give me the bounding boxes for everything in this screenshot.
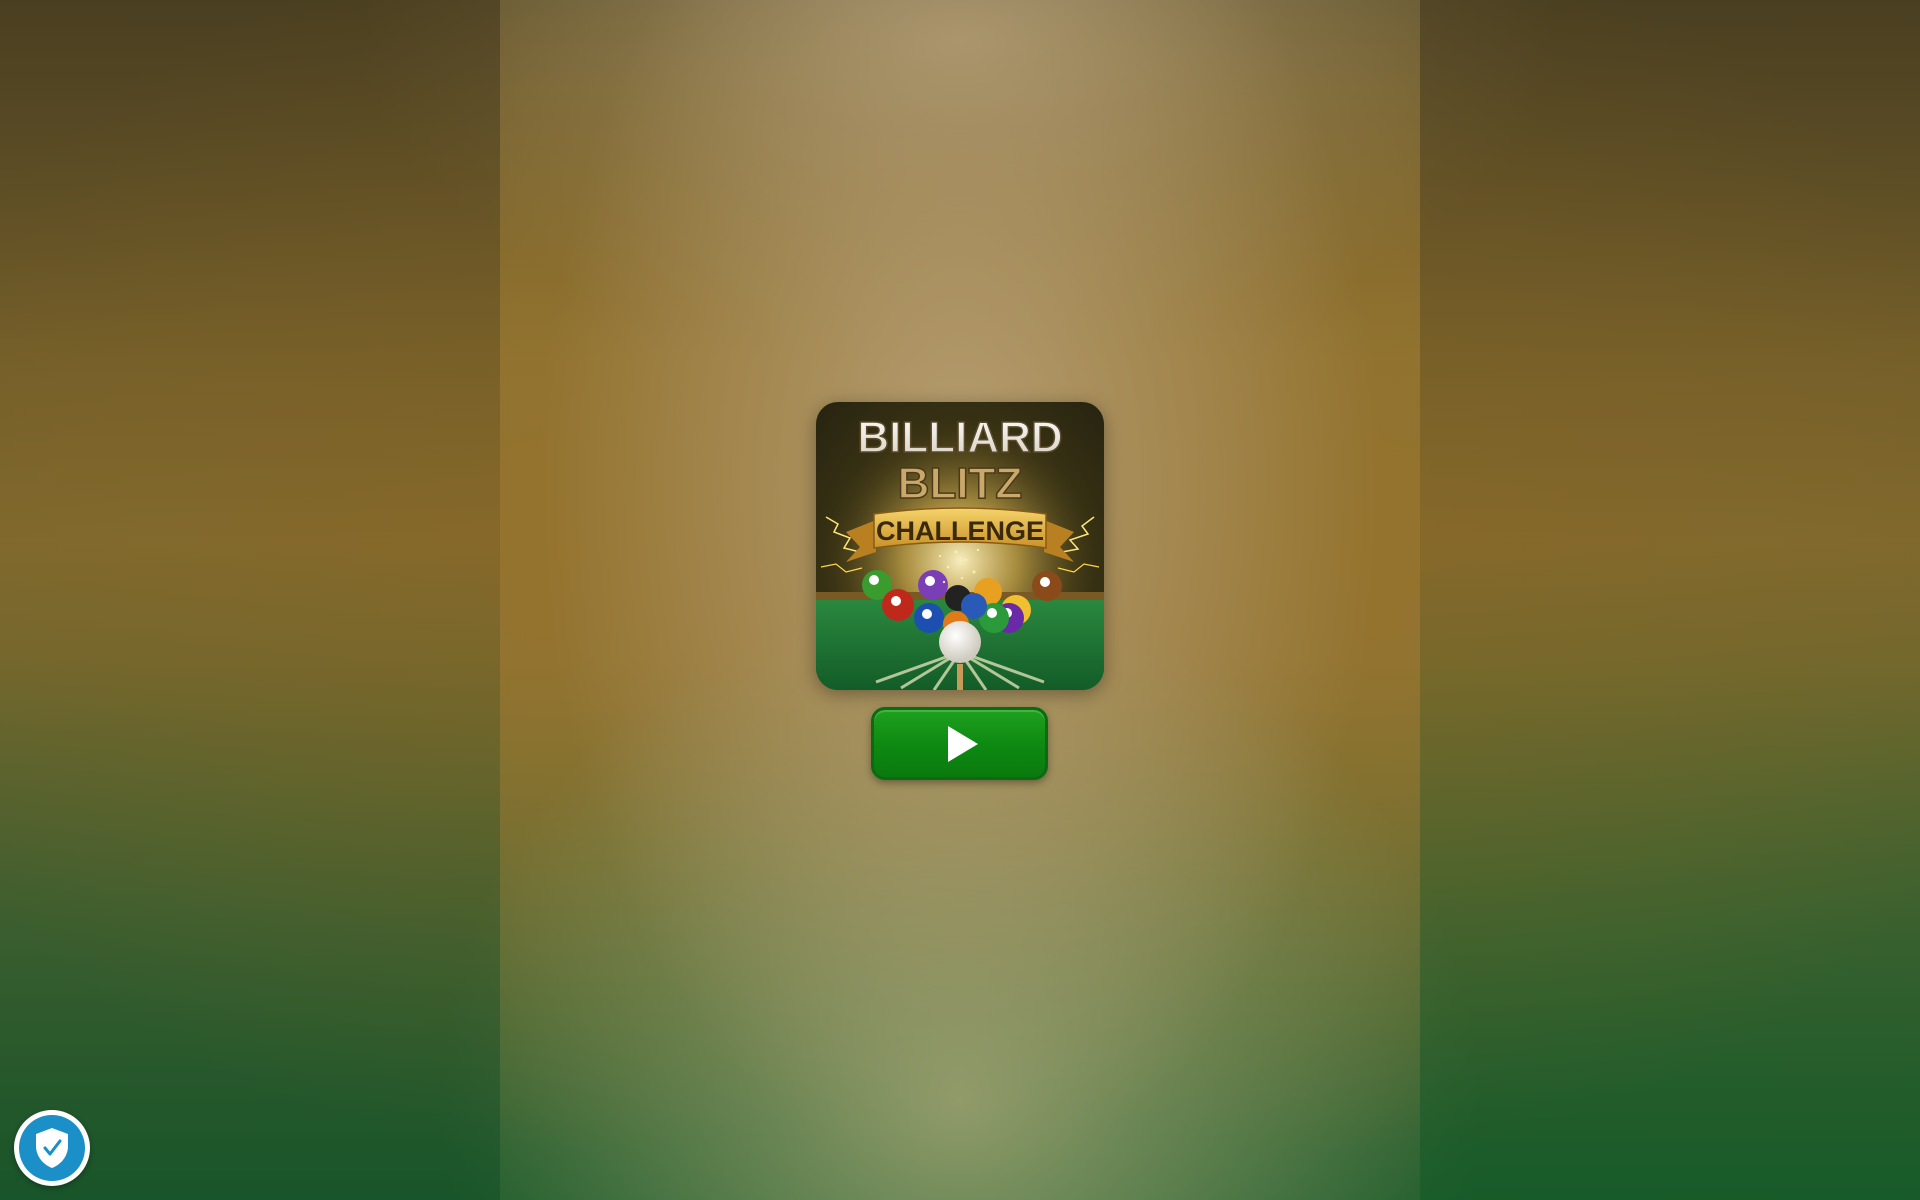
privacy-shield-button[interactable] [14, 1110, 90, 1186]
shield-check-icon [36, 1128, 68, 1168]
play-button[interactable] [871, 707, 1048, 780]
title-line-2: BLITZ [898, 459, 1023, 508]
game-launch-screen: CHALLENGE BILLIARD BLITZ [0, 0, 1920, 1200]
game-cover-art: CHALLENGE BILLIARD BLITZ [816, 402, 1104, 690]
play-icon [947, 725, 978, 762]
title-banner-text: CHALLENGE [876, 516, 1044, 546]
cue-stick [957, 664, 963, 690]
cue-ball [939, 621, 981, 663]
background-shade-right [1420, 0, 1920, 1200]
game-thumbnail[interactable]: CHALLENGE BILLIARD BLITZ [816, 402, 1104, 690]
title-line-1: BILLIARD [857, 413, 1062, 462]
background-shade-left [0, 0, 500, 1200]
shield-badge-inner [19, 1115, 85, 1181]
